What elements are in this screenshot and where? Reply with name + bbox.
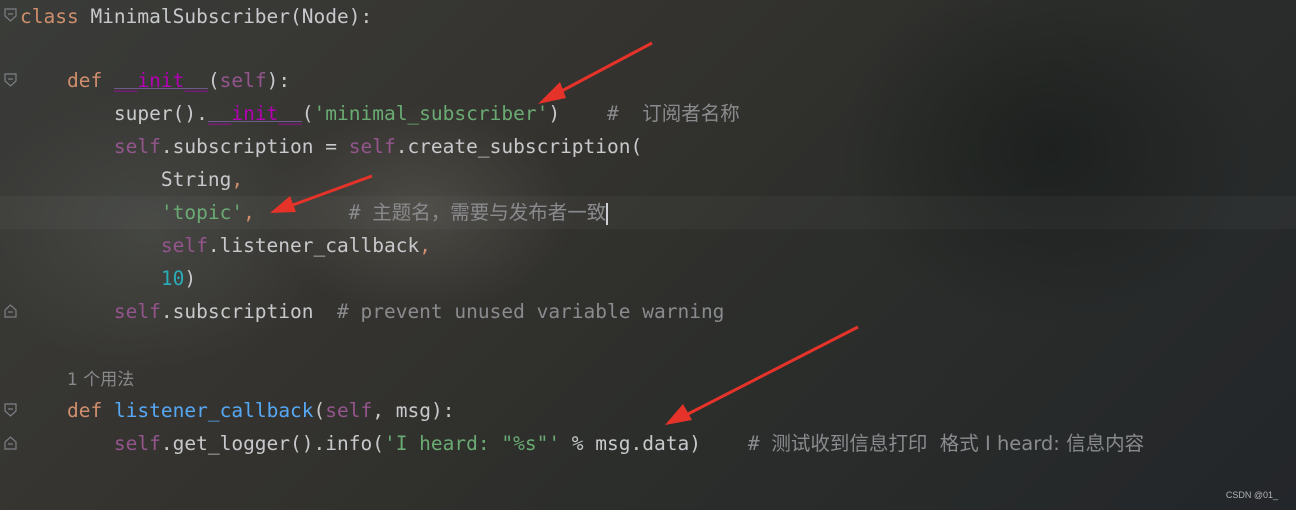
arrow-annotation (270, 174, 373, 213)
watermark: CSDN @01_ (1225, 490, 1278, 500)
arrow-annotation (665, 325, 859, 425)
annotation-arrows (270, 41, 859, 425)
arrow-annotation (538, 41, 653, 104)
